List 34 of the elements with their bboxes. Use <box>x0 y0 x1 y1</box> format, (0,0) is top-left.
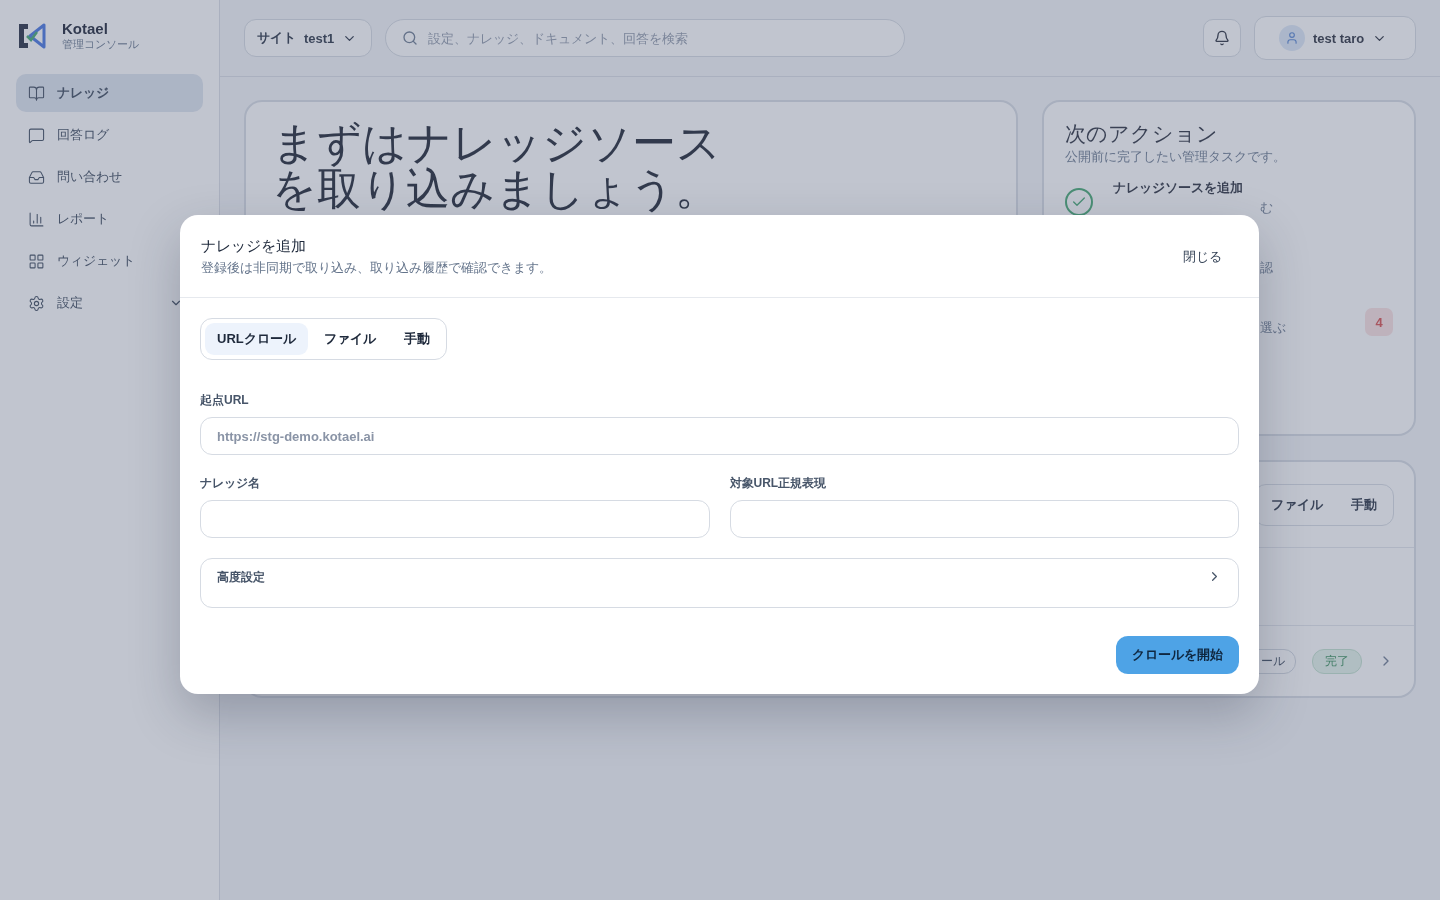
action-description: む <box>1259 199 1274 217</box>
action-description: 選ぶ <box>1259 319 1287 337</box>
field-label: 対象URL正規表現 <box>729 475 828 492</box>
tab[interactable]: URLクロール <box>205 323 308 355</box>
hero-title: まずはナレッジソース を取り込みましょう。 <box>272 120 722 212</box>
sidebar-item[interactable]: 設定 <box>16 284 203 322</box>
field-label: ナレッジ名 <box>200 475 261 492</box>
card-subtitle: 公開前に完了したい管理タスクです。 <box>1065 148 1287 166</box>
card-title: 次のアクション <box>1065 121 1219 147</box>
url-field[interactable]: https://stg-demo.kotael.ai <box>200 417 1239 455</box>
sidebar-item[interactable]: 問い合わせ <box>16 158 203 196</box>
tab[interactable]: 手動 <box>391 323 442 355</box>
site-selector[interactable]: サイト test1 <box>244 19 373 57</box>
sidebar-item[interactable]: 回答ログ <box>16 116 203 154</box>
user-menu[interactable]: test taro <box>1254 16 1416 60</box>
status-badge: 完了 <box>1312 648 1362 674</box>
tab[interactable]: ファイル <box>311 323 388 355</box>
modal-subtitle: 登録後は非同期で取り込み、取り込み履歴で確認できます。 <box>201 259 553 277</box>
tab[interactable]: ファイル <box>1259 488 1335 521</box>
field-label: 起点URL <box>200 392 250 409</box>
action-description: 認 <box>1259 259 1274 277</box>
start-crawl-button[interactable]: クロールを開始 <box>1116 636 1239 674</box>
close-button[interactable]: 閉じる <box>1166 240 1239 274</box>
search-input[interactable]: 設定、ナレッジ、ドキュメント、回答を検索 <box>426 29 889 47</box>
action-title: ナレッジソースを追加 <box>1113 179 1244 197</box>
count-badge: 4 <box>1365 308 1393 336</box>
sidebar-item[interactable]: レポート <box>16 200 203 238</box>
search-field[interactable]: 設定、ナレッジ、ドキュメント、回答を検索 <box>385 19 906 57</box>
tab[interactable]: 手動 <box>1339 488 1389 521</box>
sidebar-item[interactable]: ナレッジ <box>16 74 203 112</box>
modal-title: ナレッジを追加 <box>201 237 307 256</box>
advanced-settings[interactable]: 高度設定 <box>200 558 1239 608</box>
brand-name: Kotael <box>62 20 109 37</box>
brand-subtitle: 管理コンソール <box>62 37 139 52</box>
